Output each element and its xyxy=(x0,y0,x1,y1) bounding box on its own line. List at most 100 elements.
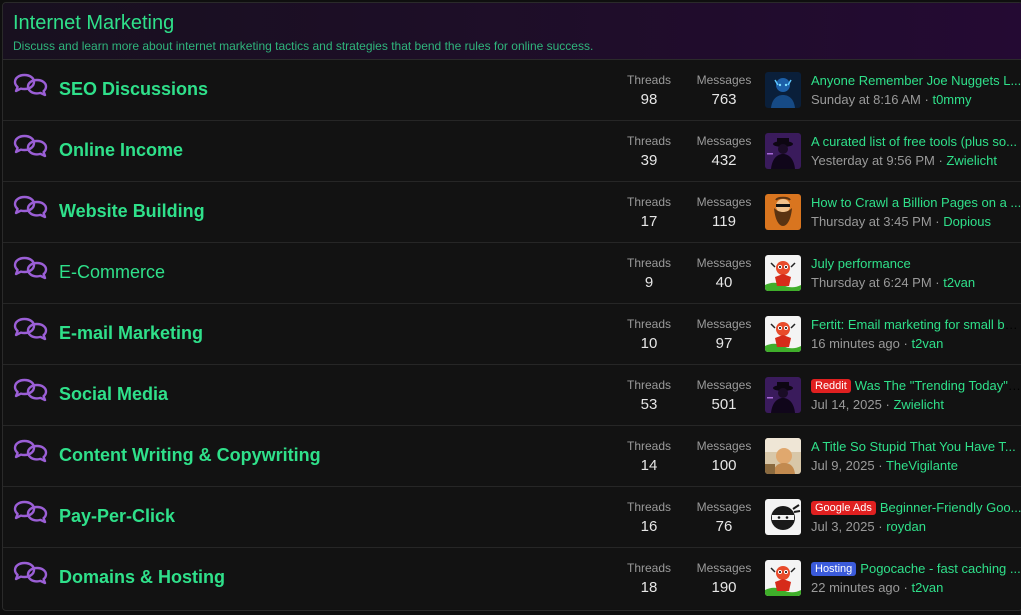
messages-label: Messages xyxy=(696,378,752,392)
latest-thread-link[interactable]: Beginner-Friendly Goo... xyxy=(880,500,1021,515)
threads-label: Threads xyxy=(626,561,672,575)
forum-row: Online Income Threads 39 Messages 432 A … xyxy=(3,121,1021,182)
threads-label: Threads xyxy=(626,378,672,392)
threads-stat: Threads 98 xyxy=(615,73,683,109)
forum-list: SEO Discussions Threads 98 Messages 763 … xyxy=(3,60,1021,609)
latest-post-user[interactable]: Zwielicht xyxy=(946,153,997,168)
messages-count: 501 xyxy=(711,396,737,413)
latest-post-user[interactable]: t2van xyxy=(943,275,975,290)
forum-row: E-Commerce Threads 9 Messages 40 July pe… xyxy=(3,243,1021,304)
latest-post-user[interactable]: t0mmy xyxy=(932,92,971,107)
forum-row: SEO Discussions Threads 98 Messages 763 … xyxy=(3,60,1021,121)
chat-bubbles-icon xyxy=(13,317,48,341)
forum-title-link[interactable]: Website Building xyxy=(59,201,205,222)
category-block: Internet Marketing Discuss and learn mor… xyxy=(2,2,1021,611)
cartoon-avatar[interactable] xyxy=(765,316,801,352)
latest-post-user[interactable]: Dopious xyxy=(943,214,991,229)
latest-post-date[interactable]: Yesterday at 9:56 PM xyxy=(811,153,935,168)
forum-row: Domains & Hosting Threads 18 Messages 19… xyxy=(3,548,1021,609)
forum-title-link[interactable]: Online Income xyxy=(59,140,183,161)
threads-label: Threads xyxy=(626,439,672,453)
latest-post-user[interactable]: TheVigilante xyxy=(886,458,958,473)
threads-count: 98 xyxy=(640,91,658,108)
photo-avatar[interactable] xyxy=(765,438,801,474)
latest-thread-link[interactable]: A Title So Stupid That You Have T... xyxy=(811,439,1016,454)
latest-post-user[interactable]: roydan xyxy=(886,519,926,534)
separator: · xyxy=(924,92,929,107)
messages-label: Messages xyxy=(696,317,752,331)
latest-thread-link[interactable]: Was The "Trending Today" ... xyxy=(855,378,1021,393)
latest-post: How to Crawl a Billion Pages on a ... Th… xyxy=(811,195,1021,230)
category-header: Internet Marketing Discuss and learn mor… xyxy=(3,3,1021,60)
latest-post-date[interactable]: Thursday at 6:24 PM xyxy=(811,275,932,290)
latest-thread-link[interactable]: July performance xyxy=(811,256,911,271)
forum-title-link[interactable]: Content Writing & Copywriting xyxy=(59,445,321,466)
messages-stat: Messages 40 xyxy=(689,256,759,292)
cartoon-avatar[interactable] xyxy=(765,255,801,291)
separator: · xyxy=(938,153,943,168)
messages-stat: Messages 190 xyxy=(689,561,759,597)
latest-post-date[interactable]: Sunday at 8:16 AM xyxy=(811,92,921,107)
latest-post: Google Ads Beginner-Friendly Goo... Jul 3… xyxy=(811,500,1021,535)
forum-title-link[interactable]: E-Commerce xyxy=(59,262,165,283)
messages-count: 40 xyxy=(715,274,733,291)
forum-title-link[interactable]: Domains & Hosting xyxy=(59,567,225,588)
threads-count: 18 xyxy=(640,579,658,596)
threads-stat: Threads 14 xyxy=(615,439,683,475)
cartoon-avatar[interactable] xyxy=(765,560,801,596)
messages-stat: Messages 763 xyxy=(689,73,759,109)
latest-post-user[interactable]: Zwielicht xyxy=(893,397,944,412)
latest-thread-link[interactable]: How to Crawl a Billion Pages on a ... xyxy=(811,195,1021,210)
messages-stat: Messages 119 xyxy=(689,195,759,231)
forum-title-link[interactable]: Social Media xyxy=(59,384,168,405)
forum-title-link[interactable]: SEO Discussions xyxy=(59,79,208,100)
chat-bubbles-icon xyxy=(13,134,48,158)
messages-label: Messages xyxy=(696,195,752,209)
thread-prefix-badge[interactable]: Google Ads xyxy=(811,501,876,515)
latest-thread-link[interactable]: A curated list of free tools (plus so... xyxy=(811,134,1017,149)
messages-count: 432 xyxy=(711,152,737,169)
threads-label: Threads xyxy=(626,317,672,331)
messages-stat: Messages 76 xyxy=(689,500,759,536)
latest-post: Anyone Remember Joe Nuggets L... Sunday … xyxy=(811,73,1021,108)
threads-count: 14 xyxy=(640,457,658,474)
bearded-man-avatar[interactable] xyxy=(765,194,801,230)
threads-stat: Threads 17 xyxy=(615,195,683,231)
latest-post: Fertit: Email marketing for small bu... … xyxy=(811,317,1021,352)
threads-stat: Threads 16 xyxy=(615,500,683,536)
latest-post-date[interactable]: Thursday at 3:45 PM xyxy=(811,214,932,229)
latest-post-date[interactable]: 22 minutes ago xyxy=(811,580,900,595)
forum-row: Pay-Per-Click Threads 16 Messages 76 Goo… xyxy=(3,487,1021,548)
forum-title-link[interactable]: Pay-Per-Click xyxy=(59,506,175,527)
forum-row: E-mail Marketing Threads 10 Messages 97 … xyxy=(3,304,1021,365)
threads-stat: Threads 18 xyxy=(615,561,683,597)
thread-prefix-badge[interactable]: Hosting xyxy=(811,562,857,576)
forum-row: Content Writing & Copywriting Threads 14… xyxy=(3,426,1021,487)
threads-stat: Threads 9 xyxy=(615,256,683,292)
latest-post-date[interactable]: 16 minutes ago xyxy=(811,336,900,351)
latest-post-date[interactable]: Jul 14, 2025 xyxy=(811,397,882,412)
latest-post: July performance Thursday at 6:24 PM · t… xyxy=(811,256,1021,291)
ninja-avatar[interactable] xyxy=(765,499,801,535)
purple-spy-avatar[interactable] xyxy=(765,133,801,169)
latest-thread-link[interactable]: Pogocache - fast caching ... xyxy=(860,561,1020,576)
messages-label: Messages xyxy=(696,439,752,453)
messages-label: Messages xyxy=(696,73,752,87)
forum-title-link[interactable]: E-mail Marketing xyxy=(59,323,203,344)
purple-spy-avatar[interactable] xyxy=(765,377,801,413)
latest-post-user[interactable]: t2van xyxy=(912,580,944,595)
latest-post-user[interactable]: t2van xyxy=(912,336,944,351)
latest-post-date[interactable]: Jul 3, 2025 xyxy=(811,519,875,534)
latest-post-date[interactable]: Jul 9, 2025 xyxy=(811,458,875,473)
latest-post: A curated list of free tools (plus so...… xyxy=(811,134,1021,169)
category-title[interactable]: Internet Marketing xyxy=(13,11,1012,35)
messages-count: 190 xyxy=(711,579,737,596)
messages-stat: Messages 100 xyxy=(689,439,759,475)
messages-count: 119 xyxy=(712,213,736,230)
latest-thread-link[interactable]: Anyone Remember Joe Nuggets L... xyxy=(811,73,1021,88)
latest-thread-link[interactable]: Fertit: Email marketing for small bu... xyxy=(811,317,1021,332)
thread-prefix-badge[interactable]: Reddit xyxy=(811,379,851,393)
messages-count: 763 xyxy=(711,91,737,108)
chat-bubbles-icon xyxy=(13,256,48,280)
blue-hacker-avatar[interactable] xyxy=(765,72,801,108)
